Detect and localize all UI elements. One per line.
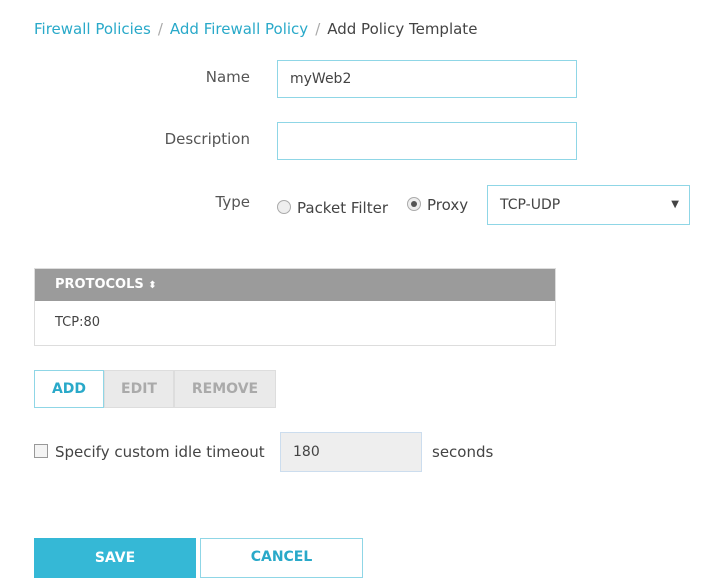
breadcrumb-separator: / xyxy=(315,20,321,38)
breadcrumb: Firewall Policies / Add Firewall Policy / Ad… xyxy=(34,20,477,38)
protocols-header[interactable]: PROTOCOLS ⬍ xyxy=(35,269,555,301)
radio-checked-icon xyxy=(407,197,421,211)
select-value: TCP-UDP xyxy=(500,197,561,213)
name-input[interactable]: myWeb2 xyxy=(277,60,577,98)
chevron-down-icon: ▼ xyxy=(671,199,679,210)
radio-label: Proxy xyxy=(427,196,469,214)
protocols-table: PROTOCOLS ⬍ TCP:80 xyxy=(34,268,556,346)
idle-timeout-checkbox[interactable]: Specify custom idle timeout xyxy=(34,443,265,461)
edit-button[interactable]: EDIT xyxy=(104,370,174,408)
idle-timeout-input[interactable]: 180 xyxy=(280,432,422,472)
name-label: Name xyxy=(205,68,250,86)
radio-packet-filter[interactable]: Packet Filter xyxy=(277,199,388,217)
radio-icon xyxy=(277,200,291,214)
sort-icon: ⬍ xyxy=(148,280,157,291)
breadcrumb-firewall-policies[interactable]: Firewall Policies xyxy=(34,20,151,38)
seconds-label: seconds xyxy=(432,443,494,461)
description-input[interactable] xyxy=(277,122,577,160)
save-button[interactable]: SAVE xyxy=(34,538,196,578)
proxy-type-select[interactable]: TCP-UDP ▼ xyxy=(487,185,690,225)
add-button[interactable]: ADD xyxy=(34,370,104,408)
breadcrumb-current: Add Policy Template xyxy=(327,20,478,38)
column-header: PROTOCOLS xyxy=(55,277,144,292)
breadcrumb-separator: / xyxy=(157,20,163,38)
remove-button[interactable]: REMOVE xyxy=(174,370,276,408)
breadcrumb-add-firewall-policy[interactable]: Add Firewall Policy xyxy=(170,20,308,38)
description-label: Description xyxy=(164,130,250,148)
table-row[interactable]: TCP:80 xyxy=(35,301,555,344)
radio-proxy[interactable]: Proxy xyxy=(407,196,468,214)
cancel-button[interactable]: CANCEL xyxy=(200,538,363,578)
type-label: Type xyxy=(215,193,250,211)
radio-label: Packet Filter xyxy=(297,199,388,217)
checkbox-icon xyxy=(34,444,48,458)
checkbox-label: Specify custom idle timeout xyxy=(55,443,265,461)
